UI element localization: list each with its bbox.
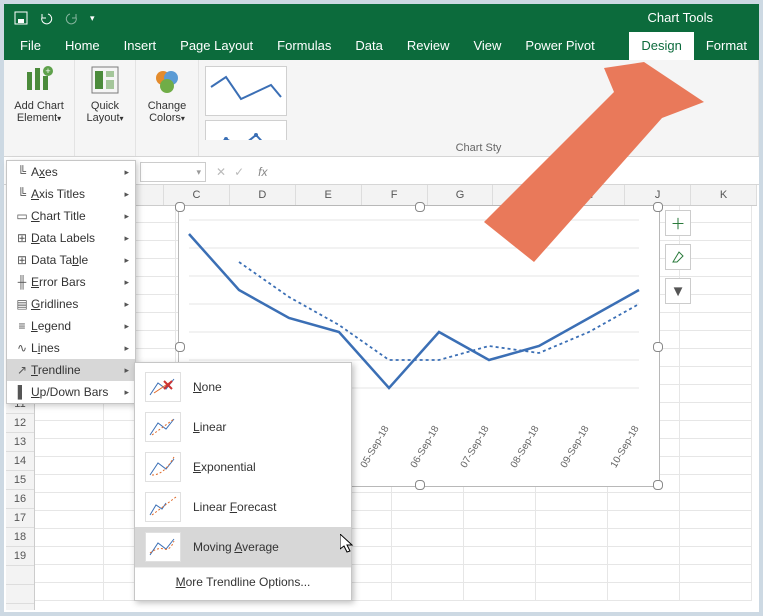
trendline-moving-average[interactable]: Moving Average bbox=[135, 527, 351, 567]
tab-page-layout[interactable]: Page Layout bbox=[168, 32, 265, 60]
exponential-icon bbox=[145, 452, 181, 482]
resize-handle[interactable] bbox=[653, 480, 663, 490]
svg-text:06-Sep-18: 06-Sep-18 bbox=[409, 424, 442, 470]
qat-more-icon[interactable]: ▾ bbox=[90, 13, 95, 24]
resize-handle[interactable] bbox=[653, 342, 663, 352]
add-chart-element-menu: ╚Axes▸ ╚Axis Titles▸ ▭Chart Title▸ ⊞Data… bbox=[6, 160, 136, 404]
tab-insert[interactable]: Insert bbox=[112, 32, 169, 60]
axis-titles-icon: ╚ bbox=[13, 187, 31, 201]
menu-data-labels[interactable]: ⊞Data Labels▸ bbox=[7, 227, 135, 249]
enter-icon[interactable]: ✓ bbox=[234, 165, 244, 179]
save-icon[interactable] bbox=[14, 11, 28, 25]
lines-icon: ∿ bbox=[13, 341, 31, 355]
axes-icon: ╚ bbox=[13, 165, 31, 179]
menu-chart-title[interactable]: ▭Chart Title▸ bbox=[7, 205, 135, 227]
quick-layout-button[interactable]: QuickLayout▾ bbox=[86, 64, 123, 124]
moving-average-icon bbox=[145, 532, 181, 562]
ribbon: + Add ChartElement▾ QuickLayout▾ ChangeC… bbox=[4, 60, 759, 157]
col-hdr-C[interactable]: C bbox=[164, 185, 230, 205]
menu-data-table[interactable]: ⊞Data Table▸ bbox=[7, 249, 135, 271]
undo-icon[interactable] bbox=[38, 11, 54, 25]
svg-text:07-Sep-18: 07-Sep-18 bbox=[459, 424, 492, 470]
col-hdr-D[interactable]: D bbox=[230, 185, 296, 205]
quick-layout-icon bbox=[89, 64, 121, 96]
trendline-icon: ↗ bbox=[13, 363, 31, 377]
add-chart-element-button[interactable]: + Add ChartElement▾ bbox=[14, 64, 64, 124]
resize-handle[interactable] bbox=[415, 202, 425, 212]
updown-icon: ▌ bbox=[13, 385, 31, 399]
ribbon-tabs: File Home Insert Page Layout Formulas Da… bbox=[4, 32, 759, 60]
col-hdr-H[interactable]: H bbox=[493, 185, 559, 205]
tab-formulas[interactable]: Formulas bbox=[265, 32, 343, 60]
data-labels-icon: ⊞ bbox=[13, 231, 31, 245]
tab-format[interactable]: Format bbox=[694, 32, 759, 60]
linear-icon bbox=[145, 412, 181, 442]
trendline-linear[interactable]: Linear bbox=[135, 407, 351, 447]
legend-icon: ≡ bbox=[13, 319, 31, 333]
menu-legend[interactable]: ≡Legend▸ bbox=[7, 315, 135, 337]
none-icon bbox=[145, 372, 181, 402]
menu-trendline[interactable]: ↗Trendline▸ bbox=[7, 359, 135, 381]
menu-gridlines[interactable]: ▤Gridlines▸ bbox=[7, 293, 135, 315]
change-colors-icon bbox=[151, 64, 183, 96]
chart-tools-contextual-tab: Chart Tools bbox=[629, 4, 731, 32]
tab-power-pivot[interactable]: Power Pivot bbox=[513, 32, 606, 60]
redo-icon[interactable] bbox=[64, 11, 80, 25]
more-trendline-options[interactable]: More Trendline Options... bbox=[135, 567, 351, 596]
tab-data[interactable]: Data bbox=[343, 32, 394, 60]
menu-axis-titles[interactable]: ╚Axis Titles▸ bbox=[7, 183, 135, 205]
name-box[interactable]: ▾ bbox=[140, 162, 206, 182]
tab-design[interactable]: Design bbox=[629, 32, 693, 60]
chart-styles-caption: Chart Sty bbox=[199, 140, 758, 156]
quick-layout-label: QuickLayout bbox=[86, 100, 119, 124]
resize-handle[interactable] bbox=[175, 342, 185, 352]
resize-handle[interactable] bbox=[415, 480, 425, 490]
change-colors-button[interactable]: ChangeColors▾ bbox=[148, 64, 187, 124]
tab-home[interactable]: Home bbox=[53, 32, 112, 60]
chart-title-icon: ▭ bbox=[13, 209, 31, 223]
svg-text:08-Sep-18: 08-Sep-18 bbox=[509, 424, 542, 470]
trendline-linear-forecast[interactable]: Linear Forecast bbox=[135, 487, 351, 527]
fx-icon[interactable]: fx bbox=[258, 165, 267, 179]
col-hdr-E[interactable]: E bbox=[296, 185, 362, 205]
svg-text:10-Sep-18: 10-Sep-18 bbox=[609, 424, 642, 470]
trendline-submenu: None Linear Exponential Linear Forecast … bbox=[134, 362, 352, 601]
linear-forecast-icon bbox=[145, 492, 181, 522]
menu-updown-bars[interactable]: ▌Up/Down Bars▸ bbox=[7, 381, 135, 403]
col-hdr-G[interactable]: G bbox=[428, 185, 494, 205]
trendline-exponential[interactable]: Exponential bbox=[135, 447, 351, 487]
column-headers: A B C D E F G H I J K bbox=[34, 185, 757, 206]
chart-side-tools: ＋ ▼ bbox=[665, 210, 693, 304]
title-bar: ▾ Chart Tools bbox=[4, 4, 759, 32]
chart-elements-button[interactable]: ＋ bbox=[665, 210, 691, 236]
chart-style-1[interactable] bbox=[205, 66, 287, 116]
tab-file[interactable]: File bbox=[4, 32, 53, 60]
svg-text:+: + bbox=[45, 66, 50, 76]
cancel-icon[interactable]: ✕ bbox=[216, 165, 226, 179]
svg-text:09-Sep-18: 09-Sep-18 bbox=[559, 424, 592, 470]
quick-access-toolbar: ▾ bbox=[4, 11, 95, 25]
gridlines-icon: ▤ bbox=[13, 297, 31, 311]
resize-handle[interactable] bbox=[175, 202, 185, 212]
chart-styles-button[interactable] bbox=[665, 244, 691, 270]
tab-view[interactable]: View bbox=[461, 32, 513, 60]
svg-text:05-Sep-18: 05-Sep-18 bbox=[359, 424, 392, 470]
menu-axes[interactable]: ╚Axes▸ bbox=[7, 161, 135, 183]
error-bars-icon: ╫ bbox=[13, 275, 31, 289]
menu-lines[interactable]: ∿Lines▸ bbox=[7, 337, 135, 359]
resize-handle[interactable] bbox=[653, 202, 663, 212]
col-hdr-I[interactable]: I bbox=[559, 185, 625, 205]
trendline-none[interactable]: None bbox=[135, 367, 351, 407]
chart-filter-button[interactable]: ▼ bbox=[665, 278, 691, 304]
add-chart-element-icon: + bbox=[23, 64, 55, 96]
menu-error-bars[interactable]: ╫Error Bars▸ bbox=[7, 271, 135, 293]
col-hdr-K[interactable]: K bbox=[691, 185, 757, 205]
tab-review[interactable]: Review bbox=[395, 32, 462, 60]
data-table-icon: ⊞ bbox=[13, 253, 31, 267]
